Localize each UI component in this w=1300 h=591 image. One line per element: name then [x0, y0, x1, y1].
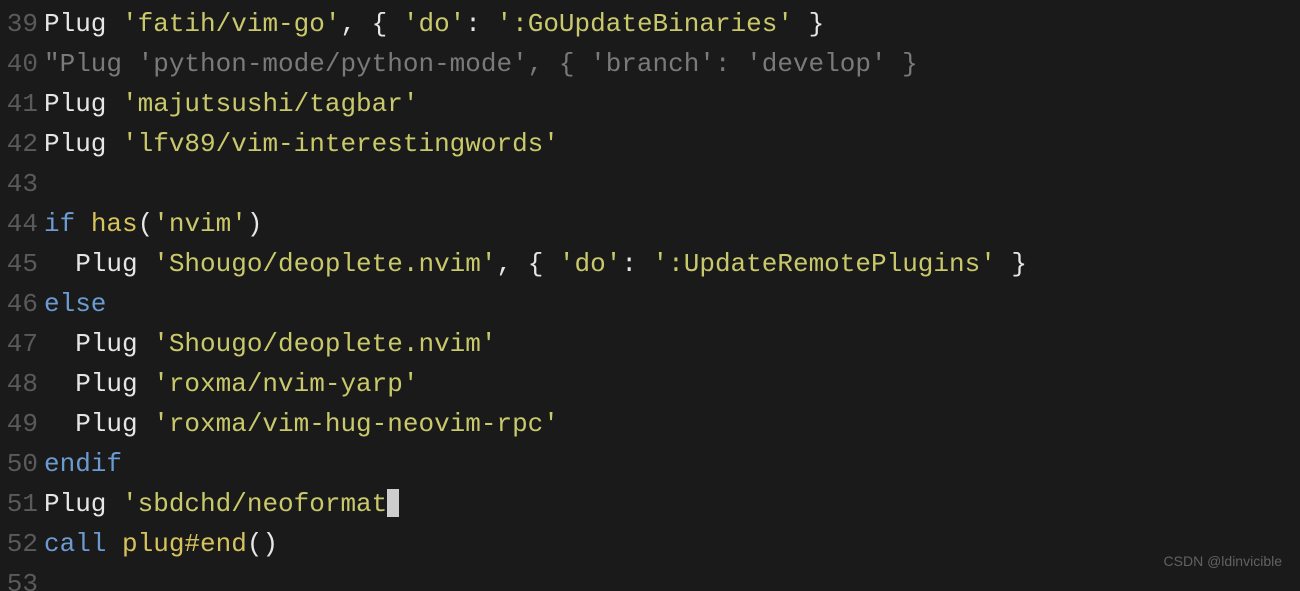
code-token: 'do'	[403, 9, 465, 39]
code-line[interactable]: Plug 'roxma/nvim-yarp'	[44, 364, 1300, 404]
code-token: , {	[496, 249, 558, 279]
line-number: 47	[0, 324, 38, 364]
code-token: Plug	[44, 89, 122, 119]
line-number: 44	[0, 204, 38, 244]
line-number: 46	[0, 284, 38, 324]
line-number-gutter: 394041424344454647484950515253	[0, 4, 44, 591]
code-token: endif	[44, 449, 122, 479]
code-token: "Plug 'python-mode/python-mode', { 'bran…	[44, 49, 918, 79]
code-token: if	[44, 209, 91, 239]
line-number: 40	[0, 44, 38, 84]
code-token: )	[247, 209, 263, 239]
line-number: 42	[0, 124, 38, 164]
code-token: 'sbdchd/neoformat	[122, 489, 387, 519]
code-token: :	[621, 249, 652, 279]
code-line[interactable]: "Plug 'python-mode/python-mode', { 'bran…	[44, 44, 1300, 84]
code-line[interactable]	[44, 564, 1300, 591]
line-number: 49	[0, 404, 38, 444]
code-line[interactable]: Plug 'lfv89/vim-interestingwords'	[44, 124, 1300, 164]
code-line[interactable]: Plug 'majutsushi/tagbar'	[44, 84, 1300, 124]
code-token: plug#end	[122, 529, 247, 559]
line-number: 53	[0, 564, 38, 591]
code-editor[interactable]: 394041424344454647484950515253 Plug 'fat…	[0, 0, 1300, 591]
code-area[interactable]: Plug 'fatih/vim-go', { 'do': ':GoUpdateB…	[44, 4, 1300, 591]
code-token: else	[44, 289, 106, 319]
code-token: }	[793, 9, 824, 39]
line-number: 45	[0, 244, 38, 284]
code-line[interactable]: Plug 'roxma/vim-hug-neovim-rpc'	[44, 404, 1300, 444]
code-token: ':GoUpdateBinaries'	[497, 9, 793, 39]
code-token: 'nvim'	[153, 209, 247, 239]
code-token: 'roxma/vim-hug-neovim-rpc'	[153, 409, 559, 439]
code-line[interactable]: else	[44, 284, 1300, 324]
watermark-text: CSDN @ldinvicible	[1164, 541, 1282, 581]
code-token: ':UpdateRemotePlugins'	[653, 249, 996, 279]
code-line[interactable]: Plug 'Shougo/deoplete.nvim'	[44, 324, 1300, 364]
code-token: 'lfv89/vim-interestingwords'	[122, 129, 559, 159]
code-token: has	[91, 209, 138, 239]
line-number: 52	[0, 524, 38, 564]
code-line[interactable]: call plug#end()	[44, 524, 1300, 564]
code-token: 'do'	[559, 249, 621, 279]
code-token: 'Shougo/deoplete.nvim'	[153, 329, 496, 359]
code-token: Plug	[44, 129, 122, 159]
code-token: Plug	[44, 369, 153, 399]
code-line[interactable]	[44, 164, 1300, 204]
code-token: 'Shougo/deoplete.nvim'	[153, 249, 496, 279]
line-number: 43	[0, 164, 38, 204]
code-line[interactable]: endif	[44, 444, 1300, 484]
line-number: 48	[0, 364, 38, 404]
code-token: 'majutsushi/tagbar'	[122, 89, 418, 119]
code-token: Plug	[44, 409, 153, 439]
code-token: :	[465, 9, 496, 39]
line-number: 51	[0, 484, 38, 524]
code-line[interactable]: if has('nvim')	[44, 204, 1300, 244]
line-number: 39	[0, 4, 38, 44]
code-token: ()	[247, 529, 278, 559]
code-line[interactable]: Plug 'Shougo/deoplete.nvim', { 'do': ':U…	[44, 244, 1300, 284]
code-token: (	[138, 209, 154, 239]
text-cursor	[387, 489, 399, 517]
code-token: Plug	[44, 9, 122, 39]
code-line[interactable]: Plug 'sbdchd/neoformat	[44, 484, 1300, 524]
code-token: 'fatih/vim-go'	[122, 9, 340, 39]
code-token: 'roxma/nvim-yarp'	[153, 369, 418, 399]
code-token: call	[44, 529, 122, 559]
line-number: 50	[0, 444, 38, 484]
code-line[interactable]: Plug 'fatih/vim-go', { 'do': ':GoUpdateB…	[44, 4, 1300, 44]
code-token: , {	[340, 9, 402, 39]
line-number: 41	[0, 84, 38, 124]
code-token: Plug	[44, 249, 153, 279]
code-token: Plug	[44, 489, 122, 519]
code-token: Plug	[44, 329, 153, 359]
code-token: }	[996, 249, 1027, 279]
